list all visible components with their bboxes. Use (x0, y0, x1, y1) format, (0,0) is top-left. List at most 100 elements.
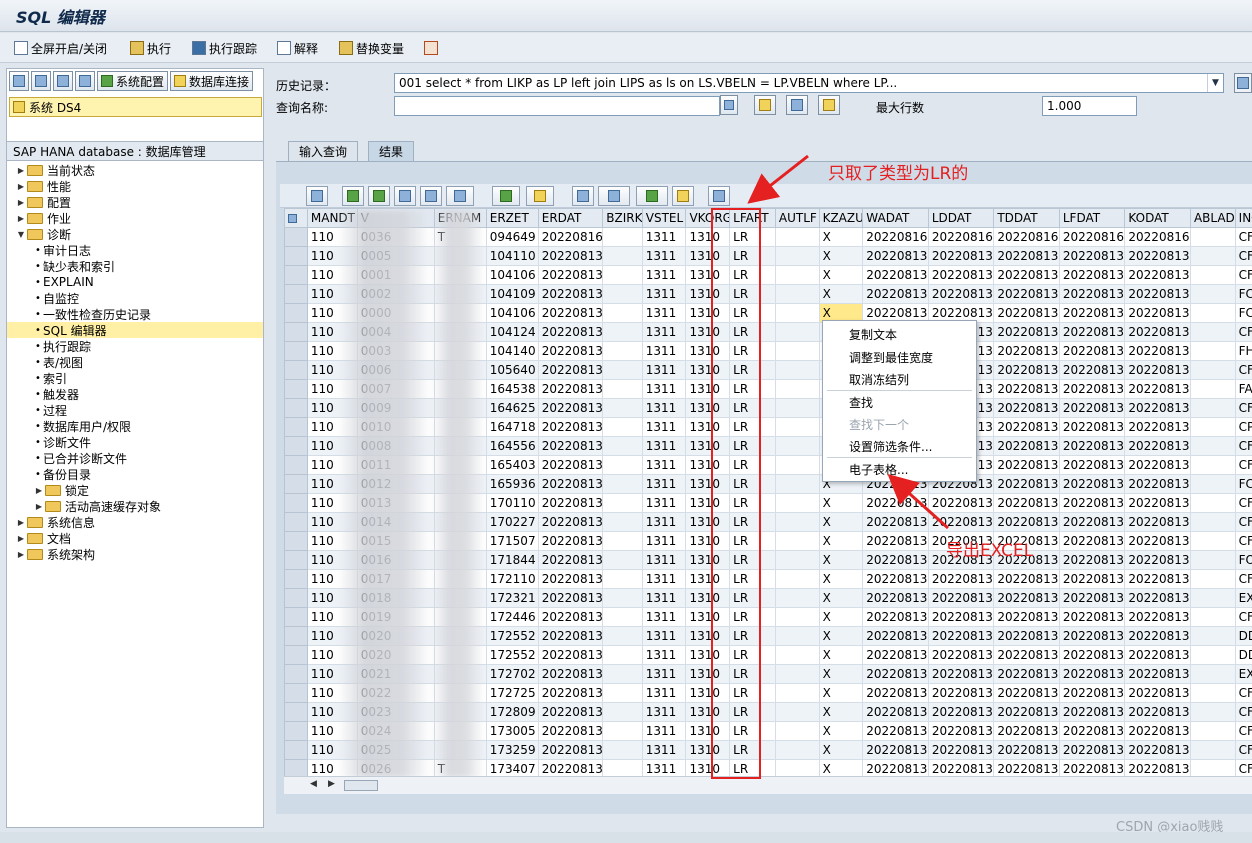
expand-up-button[interactable] (53, 71, 73, 91)
system-selector[interactable]: 系统 DS4 (9, 97, 262, 117)
table-cell[interactable]: 1311 (641, 284, 687, 304)
table-cell[interactable]: 20220813 (862, 531, 929, 551)
table-cell[interactable] (602, 455, 643, 475)
row-selector[interactable] (284, 664, 308, 684)
expand-down-button[interactable] (31, 71, 51, 91)
table-cell[interactable]: 20220813 (537, 265, 604, 285)
table-cell[interactable] (602, 759, 643, 776)
table-cell[interactable]: 20220813 (1058, 398, 1126, 418)
table-cell[interactable] (602, 645, 643, 665)
table-cell[interactable]: 1311 (641, 398, 687, 418)
table-cell[interactable]: 20220813 (862, 626, 929, 646)
table-cell[interactable]: 104110 (485, 246, 539, 266)
table-cell[interactable]: X (818, 493, 864, 513)
table-cell[interactable]: 20220813 (927, 721, 995, 741)
replace-vars-button[interactable]: 替换变量 (339, 39, 404, 57)
table-cell[interactable]: 20220816 (537, 227, 604, 247)
tab-result[interactable]: 结果 (368, 141, 415, 161)
tree-folder[interactable]: ▶ 锁定 (7, 482, 263, 498)
table-cell[interactable]: 20220813 (537, 341, 604, 361)
table-cell[interactable]: CFR (1234, 493, 1252, 513)
table-cell[interactable]: 20220813 (1124, 303, 1191, 323)
table-cell[interactable]: 20220813 (927, 626, 995, 646)
table-cell[interactable] (774, 284, 820, 304)
table-cell[interactable]: 20220813 (1124, 265, 1191, 285)
collapsed-icon[interactable]: ▶ (15, 534, 27, 543)
table-cell[interactable]: 20220813 (862, 569, 929, 589)
table-cell[interactable]: DDP (1234, 645, 1252, 665)
table-cell[interactable]: 20220813 (1058, 303, 1126, 323)
sort-desc-button[interactable] (368, 186, 390, 206)
collapsed-icon[interactable]: ▶ (15, 550, 27, 559)
table-cell[interactable]: 20220813 (1058, 246, 1126, 266)
row-selector[interactable] (284, 607, 308, 627)
table-cell[interactable] (1189, 683, 1236, 703)
table-cell[interactable]: 20220813 (993, 455, 1060, 475)
table-cell[interactable]: 1311 (641, 493, 687, 513)
table-cell[interactable] (602, 740, 643, 760)
table-cell[interactable] (602, 436, 643, 456)
table-cell[interactable]: 20220813 (1058, 341, 1126, 361)
tree-leaf[interactable]: • 过程 (7, 402, 263, 418)
table-cell[interactable] (602, 227, 643, 247)
table-cell[interactable]: 20220813 (1124, 664, 1191, 684)
table-cell[interactable]: 20220813 (537, 474, 604, 494)
table-cell[interactable]: FOB (1234, 550, 1252, 570)
table-cell[interactable]: 1311 (641, 569, 687, 589)
column-header[interactable]: LDDAT (927, 208, 995, 228)
table-cell[interactable]: 20220813 (927, 512, 995, 532)
table-cell[interactable]: 1311 (641, 360, 687, 380)
table-cell[interactable] (1189, 360, 1236, 380)
column-header[interactable]: INCO1 (1234, 208, 1252, 228)
tree-leaf[interactable]: • 执行跟踪 (7, 338, 263, 354)
table-cell[interactable]: 1311 (641, 607, 687, 627)
table-cell[interactable]: 20220813 (1058, 550, 1126, 570)
table-cell[interactable]: 20220813 (1058, 436, 1126, 456)
tree-leaf[interactable]: • 备份目录 (7, 466, 263, 482)
table-cell[interactable] (1189, 493, 1236, 513)
table-cell[interactable] (774, 664, 820, 684)
save-query-button[interactable] (786, 95, 808, 115)
sum-button[interactable] (492, 186, 520, 206)
table-cell[interactable]: X (818, 740, 864, 760)
table-cell[interactable] (1189, 284, 1236, 304)
table-cell[interactable]: CFR (1234, 322, 1252, 342)
table-cell[interactable]: 165936 (485, 474, 539, 494)
row-selector[interactable] (284, 474, 308, 494)
table-cell[interactable] (602, 664, 643, 684)
export-button[interactable] (636, 186, 668, 206)
table-cell[interactable]: 1311 (641, 512, 687, 532)
row-selector[interactable] (284, 531, 308, 551)
table-cell[interactable]: 20220813 (993, 303, 1060, 323)
filter-button[interactable] (446, 186, 474, 206)
table-cell[interactable]: 20220813 (537, 436, 604, 456)
table-cell[interactable]: FH (1234, 341, 1252, 361)
row-selector[interactable] (284, 569, 308, 589)
table-cell[interactable]: CFR (1234, 569, 1252, 589)
table-cell[interactable]: 1311 (641, 702, 687, 722)
table-cell[interactable] (1189, 227, 1236, 247)
query-name-f4-button[interactable] (720, 95, 738, 115)
collapsed-icon[interactable]: ▶ (15, 198, 27, 207)
table-cell[interactable]: 094649 (485, 227, 539, 247)
table-cell[interactable]: 1311 (641, 588, 687, 608)
table-cell[interactable]: 1311 (641, 721, 687, 741)
table-cell[interactable]: X (818, 683, 864, 703)
table-cell[interactable]: 20220813 (1124, 607, 1191, 627)
table-cell[interactable]: CFR (1234, 683, 1252, 703)
execute-button[interactable]: 执行 (130, 39, 171, 57)
table-cell[interactable]: X (818, 702, 864, 722)
table-cell[interactable]: 20220813 (1124, 379, 1191, 399)
table-cell[interactable]: X (818, 284, 864, 304)
table-cell[interactable]: 20220813 (927, 569, 995, 589)
table-cell[interactable]: 20220816 (993, 227, 1060, 247)
expanded-icon[interactable]: ▼ (15, 230, 27, 239)
table-cell[interactable] (774, 702, 820, 722)
table-cell[interactable]: 20220816 (927, 227, 995, 247)
table-cell[interactable]: 20220813 (1058, 474, 1126, 494)
table-cell[interactable]: CFR (1234, 436, 1252, 456)
table-cell[interactable] (1189, 740, 1236, 760)
table-cell[interactable] (602, 531, 643, 551)
table-cell[interactable]: 20220813 (927, 702, 995, 722)
table-cell[interactable]: CFR (1234, 702, 1252, 722)
